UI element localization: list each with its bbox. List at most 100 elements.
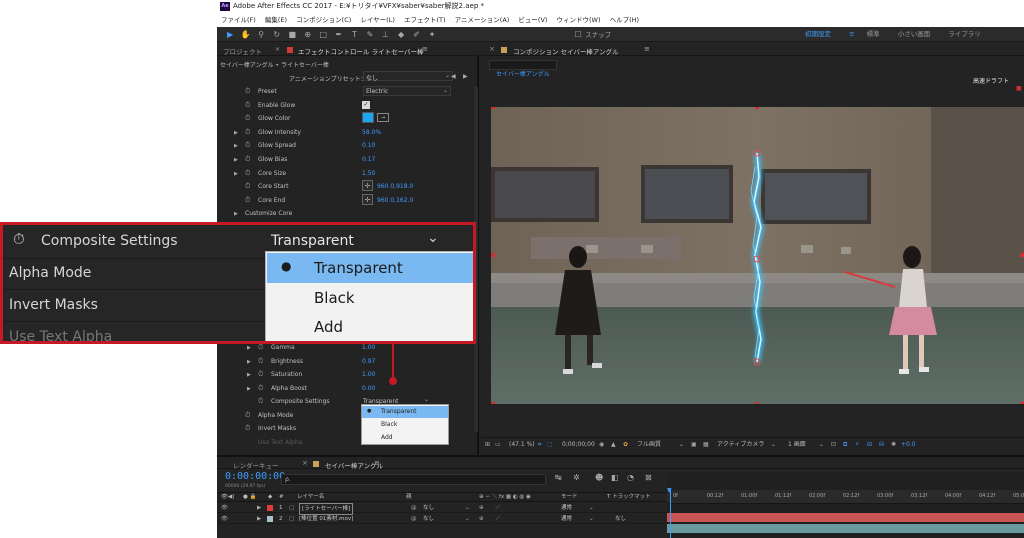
pickwhip-icon[interactable]: @ xyxy=(411,503,417,513)
layer-name-header[interactable]: レイヤー名 xyxy=(297,493,324,502)
menu-effect[interactable]: エフェクト(T) xyxy=(404,16,446,24)
rotate-tool-icon[interactable]: ↻ xyxy=(270,27,283,42)
menu-item-add[interactable]: Add xyxy=(362,432,448,444)
puppet-tool-icon[interactable]: ✦ xyxy=(426,27,439,42)
stopwatch-icon[interactable]: ⏱ xyxy=(258,397,263,406)
transparency-grid-icon[interactable]: ▦ xyxy=(703,438,709,452)
shy-switch-icon[interactable]: ⊕ xyxy=(479,503,484,513)
camera-tool-icon[interactable]: ■ xyxy=(286,27,299,42)
layer-label-color[interactable] xyxy=(267,516,273,522)
roto-brush-tool-icon[interactable]: ✐ xyxy=(410,27,423,42)
eye-icon[interactable]: 👁 xyxy=(221,503,228,513)
property-value[interactable]: 1.50 xyxy=(362,170,375,177)
hand-tool-icon[interactable]: ✋ xyxy=(239,27,252,42)
grid-icon[interactable]: ⬚ xyxy=(547,438,553,452)
twirl-arrow-icon[interactable]: ▶ xyxy=(257,503,261,513)
twirl-arrow-icon[interactable]: ▶ xyxy=(247,359,251,365)
stopwatch-icon[interactable]: ⏱ xyxy=(258,370,263,379)
comp-panel-menu-icon[interactable]: ≡ xyxy=(644,45,650,53)
twirl-arrow-icon[interactable]: ▶ xyxy=(247,345,251,351)
property-value[interactable]: 0.00 xyxy=(362,385,375,392)
tab-effect-controls[interactable]: エフェクトコントロール ライトセーバー棒 xyxy=(298,46,424,56)
trackmatte-header[interactable]: T トラックマット xyxy=(607,493,651,502)
fit-icon[interactable]: ⌗ xyxy=(538,438,541,452)
quality-switch-icon[interactable]: ／ xyxy=(495,514,501,524)
preset-prev-icon[interactable]: ◀ xyxy=(451,73,456,80)
exposure-icon[interactable]: ✺ xyxy=(891,438,896,452)
snap-checkbox-icon[interactable]: ☐ xyxy=(574,27,583,42)
playhead-handle-icon[interactable]: ▼ xyxy=(667,487,672,494)
tab-composition[interactable]: コンポジション セイバー棒アングル xyxy=(513,46,619,56)
close-icon[interactable]: × xyxy=(302,459,308,467)
preset-next-icon[interactable]: ▶ xyxy=(463,73,468,80)
exposure-value[interactable]: +0.0 xyxy=(901,438,916,452)
point-target-icon[interactable]: ✛ xyxy=(362,193,373,205)
stopwatch-icon[interactable]: ⏱ xyxy=(245,114,250,123)
twirl-arrow-icon[interactable]: ▶ xyxy=(234,171,238,177)
workspace-menu-icon[interactable]: ≡ xyxy=(849,30,854,38)
property-value[interactable]: 1.00 xyxy=(362,371,375,378)
twirl-arrow-icon[interactable]: ▶ xyxy=(234,130,238,136)
menu-view[interactable]: ビュー(V) xyxy=(518,16,547,24)
twirl-arrow-icon[interactable]: ▶ xyxy=(234,157,238,163)
shy-icon[interactable]: ☻ xyxy=(595,473,603,482)
pan-behind-tool-icon[interactable]: ⊕ xyxy=(301,27,314,42)
time-ruler[interactable]: 0f 00:12f 01:00f 01:12f 02:00f 02:12f 03:00f 03… xyxy=(667,490,1024,504)
menu-animation[interactable]: アニメーション(A) xyxy=(455,16,510,24)
menu-item-transparent[interactable]: ● Transparent xyxy=(267,253,473,283)
playhead[interactable] xyxy=(670,490,671,538)
mode-header[interactable]: モード xyxy=(561,493,578,502)
comp-timecode[interactable]: 0;00;00;00 xyxy=(562,438,595,452)
views-dropdown[interactable]: 1 画面 xyxy=(788,438,806,452)
stopwatch-icon[interactable]: ⏱ xyxy=(258,357,263,366)
menu-help[interactable]: ヘルプ(H) xyxy=(610,16,639,24)
selection-tool-icon[interactable]: ▶ xyxy=(224,27,237,42)
timeline-menu-icon[interactable]: ≡ xyxy=(374,459,380,467)
stopwatch-icon[interactable]: ⏱ xyxy=(258,343,263,352)
stopwatch-icon[interactable]: ⏱ xyxy=(245,411,250,420)
trackmatte-dropdown[interactable]: なし xyxy=(615,514,626,524)
stopwatch-icon[interactable]: ⏱ xyxy=(13,230,25,248)
flowchart-icon[interactable]: ⛁ xyxy=(879,438,884,452)
enable-glow-checkbox[interactable]: ✓ xyxy=(362,100,370,109)
menu-item-add[interactable]: Add xyxy=(267,313,473,341)
menu-item-black[interactable]: Black xyxy=(267,284,473,313)
layer-bar-2[interactable] xyxy=(667,524,1024,533)
workspace-standard[interactable]: 標準 xyxy=(867,30,880,38)
stopwatch-icon[interactable]: ⏱ xyxy=(245,155,250,164)
property-value[interactable]: 0.97 xyxy=(362,358,375,365)
menu-file[interactable]: ファイル(F) xyxy=(221,16,256,24)
motion-blur-icon[interactable]: ◔ xyxy=(627,473,634,482)
parent-dropdown[interactable]: なし xyxy=(423,503,434,513)
stopwatch-icon[interactable]: ⏱ xyxy=(245,424,250,433)
stopwatch-icon[interactable]: ⏱ xyxy=(245,196,250,205)
menu-composition[interactable]: コンポジション(C) xyxy=(296,16,351,24)
tab-render-queue[interactable]: レンダーキュー xyxy=(233,460,279,470)
layer-row[interactable]: 👁 ▶ 2 ▢ [棒位置 01素材.mov] @ なし ⌄ ⊕ ／ 通常 ⌄ なし xyxy=(217,514,667,524)
comp-mini-flowchart-icon[interactable]: ↹ xyxy=(555,473,562,482)
graph-editor-icon[interactable]: ⊠ xyxy=(645,473,652,482)
composition-viewer[interactable] xyxy=(491,107,1024,404)
point-value[interactable]: 960.0,162.0 xyxy=(377,197,413,204)
point-value[interactable]: 960.0,918.0 xyxy=(377,183,413,190)
stopwatch-icon[interactable]: ⏱ xyxy=(258,384,263,393)
chevron-down-icon[interactable]: ⌄ xyxy=(427,230,439,246)
point-target-icon[interactable]: ✛ xyxy=(362,180,373,192)
stopwatch-icon[interactable]: ⏱ xyxy=(245,169,250,178)
clone-stamp-tool-icon[interactable]: ⊥ xyxy=(379,27,392,42)
resolution-dropdown[interactable]: フル画質 xyxy=(637,438,661,452)
show-snapshot-icon[interactable]: ▲ xyxy=(611,438,616,452)
zoom-tool-icon[interactable]: ⚲ xyxy=(255,27,268,42)
tab-close-icon[interactable]: × xyxy=(275,46,280,53)
tab-project[interactable]: プロジェクト xyxy=(223,46,262,56)
fast-preview-icon[interactable]: ⚡ xyxy=(855,438,859,452)
glow-color-swatch[interactable] xyxy=(362,112,374,124)
mode-dropdown[interactable]: 通常 xyxy=(561,503,572,513)
shy-switch-icon[interactable]: ⊕ xyxy=(479,514,484,524)
workspace-default[interactable]: 初期設定 xyxy=(805,30,831,38)
brush-tool-icon[interactable]: ✎ xyxy=(363,27,376,42)
menu-item-transparent[interactable]: ● Transparent xyxy=(362,406,448,418)
stopwatch-icon[interactable]: ⏱ xyxy=(245,141,250,150)
stopwatch-icon[interactable]: ⏱ xyxy=(245,87,250,96)
parent-dropdown[interactable]: なし xyxy=(423,514,434,524)
